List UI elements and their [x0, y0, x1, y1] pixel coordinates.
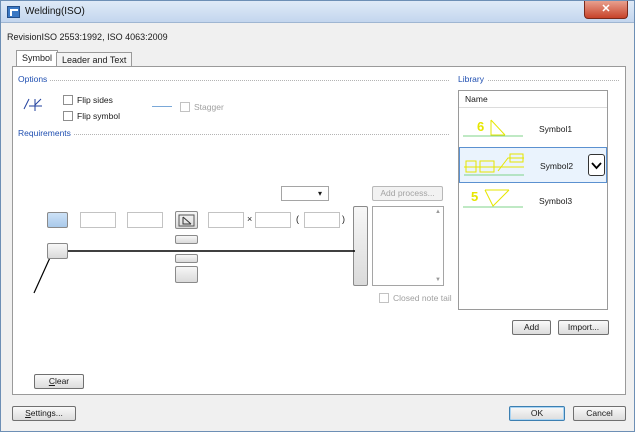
contour-button-top[interactable]: [175, 235, 198, 244]
ok-button[interactable]: OK: [509, 406, 565, 421]
note-textarea[interactable]: ▲ ▼: [372, 206, 444, 286]
chevron-down-icon: [591, 162, 602, 170]
stagger-label: Stagger: [194, 102, 224, 112]
library-name-column-header[interactable]: Name: [459, 91, 607, 108]
triangle-weld-icon: [178, 214, 195, 227]
library-item-name: Symbol1: [539, 124, 573, 134]
library-group-label: Library: [458, 74, 487, 84]
chevron-down-icon: ▾: [317, 189, 322, 198]
flip-sides-label: Flip sides: [77, 95, 113, 105]
add-button[interactable]: Add: [512, 320, 551, 335]
symbol3-preview: 5: [463, 189, 523, 208]
requirements-divider: [19, 134, 449, 135]
closed-note-tail-label: Closed note tail: [393, 293, 452, 303]
library-item-name: Symbol3: [539, 196, 573, 206]
library-item-name: Symbol2: [540, 161, 574, 171]
size-field[interactable]: [127, 212, 163, 228]
tab-symbol[interactable]: Symbol: [16, 50, 59, 67]
library-list[interactable]: Name 6 Symbol1 Symbol2 5 Symbol3: [458, 90, 608, 310]
prefix-field[interactable]: [80, 212, 116, 228]
contour-button-bottom[interactable]: [175, 254, 198, 263]
settings-label-rest: ettings...: [30, 408, 63, 418]
times-symbol: ×: [247, 214, 253, 224]
paren-close: ): [342, 214, 345, 224]
symbol2-preview: [464, 153, 524, 176]
length-field[interactable]: [208, 212, 244, 228]
library-item[interactable]: 6 Symbol1: [459, 111, 607, 147]
close-button[interactable]: ✕: [584, 1, 628, 19]
other-side-weld-type-button[interactable]: [175, 266, 198, 283]
options-divider: [19, 80, 449, 81]
other-side-symbol-button[interactable]: [47, 243, 68, 259]
clear-button[interactable]: Clear: [34, 374, 84, 389]
arrow-side-symbol-button[interactable]: [47, 212, 68, 228]
flip-sides-checkbox[interactable]: [63, 95, 73, 105]
flip-symbol-label: Flip symbol: [77, 111, 120, 121]
window-title: Welding(ISO): [25, 6, 85, 17]
requirements-group-label: Requirements: [18, 128, 74, 138]
process-dropdown[interactable]: ▾: [281, 186, 329, 201]
stagger-checkbox[interactable]: [180, 102, 190, 112]
weld-reference-line: [33, 250, 355, 294]
weld-symbol-icon: [23, 97, 43, 111]
import-button[interactable]: Import...: [558, 320, 609, 335]
library-item[interactable]: 5 Symbol3: [459, 183, 607, 219]
paren-open: (: [296, 214, 299, 224]
add-process-button[interactable]: Add process...: [372, 186, 443, 201]
svg-text:5: 5: [471, 189, 478, 204]
symbol1-preview: 6: [463, 119, 523, 137]
options-group-label: Options: [18, 74, 51, 84]
flip-symbol-checkbox[interactable]: [63, 111, 73, 121]
tab-leader-and-text[interactable]: Leader and Text: [56, 52, 133, 67]
clear-label-rest: lear: [54, 376, 70, 386]
pitch-field[interactable]: [304, 212, 340, 228]
library-item-selected[interactable]: Symbol2: [459, 147, 607, 183]
title-bar[interactable]: Welding(ISO) ✕: [1, 1, 634, 23]
scroll-up-icon[interactable]: ▲: [435, 209, 441, 215]
svg-text:6: 6: [477, 119, 484, 134]
count-field[interactable]: [255, 212, 291, 228]
app-icon: [7, 6, 20, 18]
closed-note-tail-checkbox[interactable]: [379, 293, 389, 303]
welding-dialog: Welding(ISO) ✕ RevisionISO 2553:1992, IS…: [0, 0, 635, 432]
stagger-preview-line: [152, 106, 172, 107]
scroll-down-icon[interactable]: ▼: [435, 277, 441, 283]
cancel-button[interactable]: Cancel: [573, 406, 626, 421]
revision-label: RevisionISO 2553:1992, ISO 4063:2009: [7, 32, 168, 42]
settings-button[interactable]: Settings...: [12, 406, 76, 421]
symbol-dropdown-button[interactable]: [588, 154, 605, 176]
